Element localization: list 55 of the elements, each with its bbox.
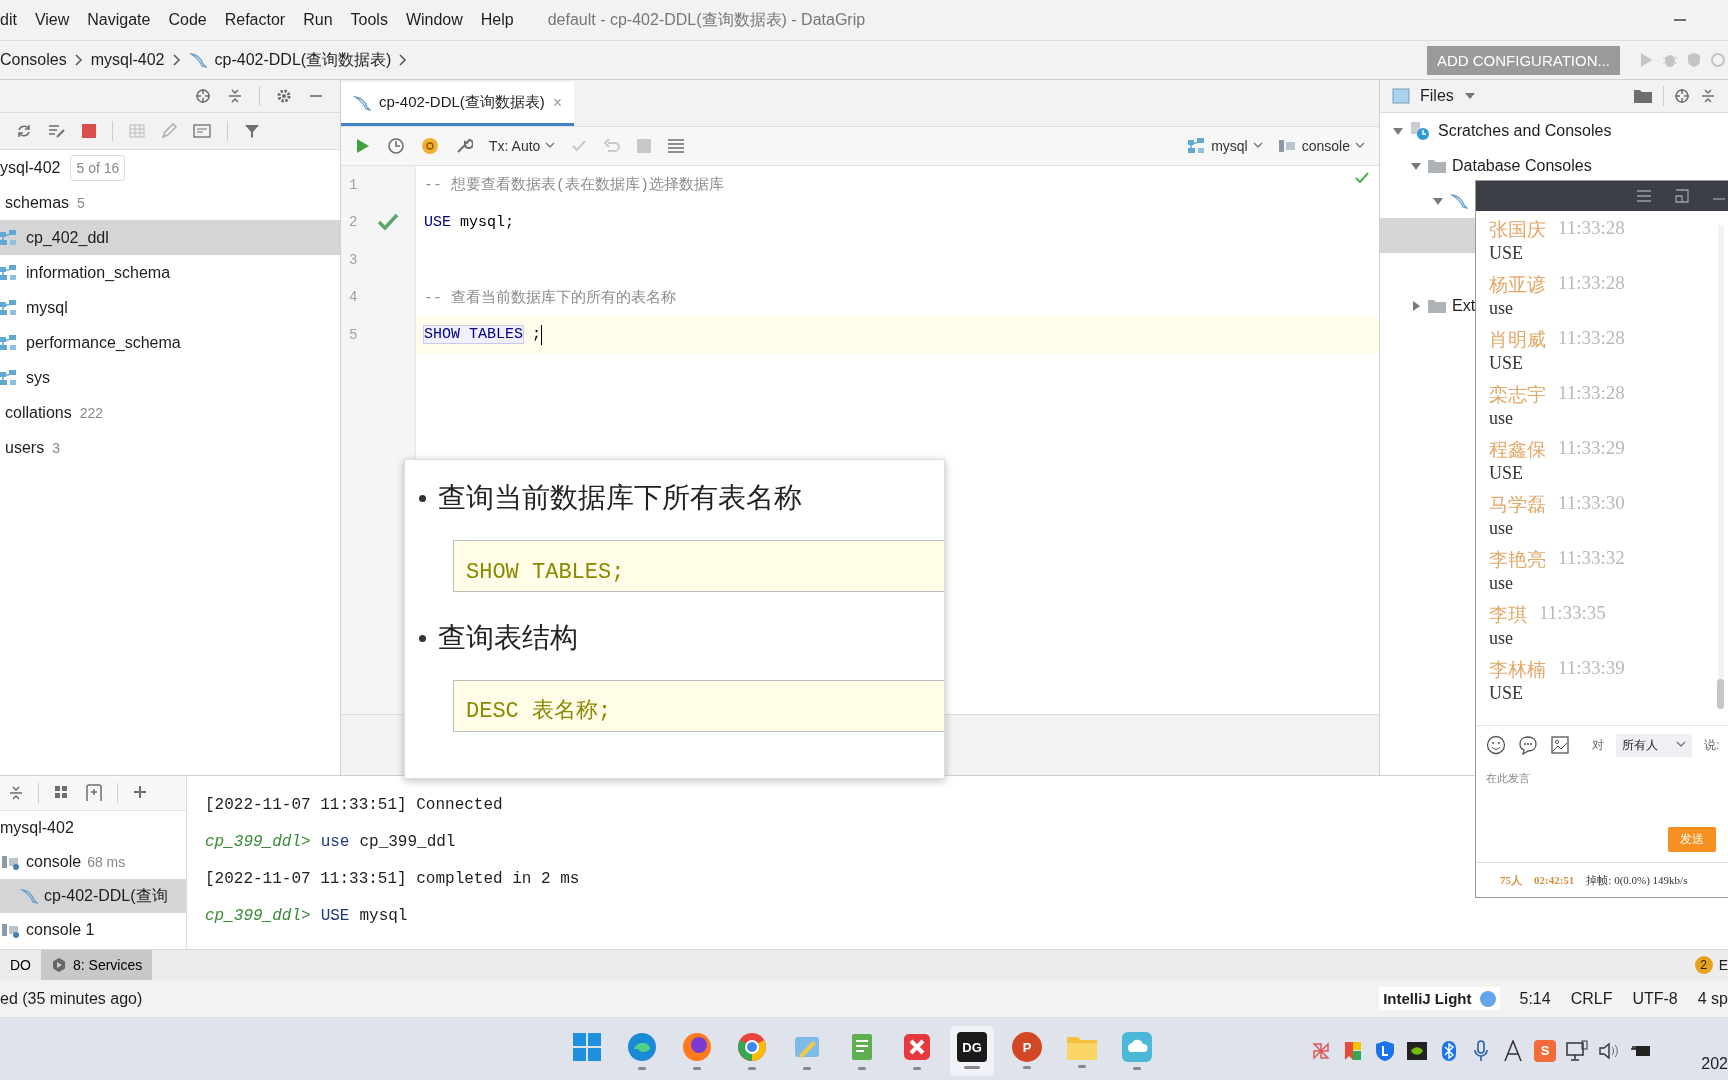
- message-text: use: [1489, 408, 1513, 429]
- message-text: use: [1489, 573, 1513, 594]
- console-command: USE: [320, 906, 350, 925]
- sender-name: 杨亚谚: [1489, 273, 1546, 297]
- console-command: mysql: [359, 906, 408, 925]
- console-output-line: [2022-11-07 11:33:51] completed in 2 ms: [205, 869, 580, 888]
- recipient-label: 对: [1592, 736, 1604, 754]
- line-number: 1: [349, 176, 359, 193]
- viewer-count: 75人: [1500, 872, 1522, 888]
- stream-stats: 掉帧: 0(0.0%) 149kb/s: [1586, 872, 1688, 888]
- message-time: 11:33:30: [1558, 492, 1625, 515]
- line-number: 5: [349, 326, 359, 343]
- code-line: USE mysql;: [423, 213, 515, 231]
- slide-heading: 查询表结构: [438, 620, 578, 656]
- message-text: USE: [1489, 243, 1523, 264]
- sender-name: 张国庆: [1489, 218, 1546, 242]
- message-time: 11:33:28: [1558, 272, 1625, 295]
- message-time: 11:33:28: [1558, 327, 1625, 350]
- console-prompt: cp_399_ddl>: [205, 832, 311, 851]
- sender-name: 栾志宇: [1489, 383, 1546, 407]
- code-line: -- 查看当前数据库下的所有的表名称: [423, 288, 676, 307]
- sender-name: 肖明威: [1489, 328, 1546, 352]
- console-prompt: cp_399_ddl>: [205, 906, 311, 925]
- sender-name: 马学磊: [1489, 493, 1546, 517]
- sender-name: 李林楠: [1489, 658, 1546, 682]
- message-text: use: [1489, 298, 1513, 319]
- sender-name: 李艳亮: [1489, 548, 1546, 572]
- message-time: 11:33:39: [1558, 657, 1625, 680]
- sender-name: 程鑫保: [1489, 438, 1546, 462]
- message-time: 11:33:28: [1558, 382, 1625, 405]
- console-command: use: [320, 832, 350, 851]
- message-time: 11:33:28: [1558, 217, 1625, 240]
- console-output-line: [2022-11-07 11:33:51] Connected: [205, 795, 503, 814]
- console-command: cp_399_ddl: [359, 832, 456, 851]
- message-text: use: [1489, 628, 1513, 649]
- window-title: default - cp-402-DDL(查询数据表) - DataGrip: [547, 9, 866, 30]
- line-number: 2: [349, 214, 359, 231]
- stream-duration: 02:42:51: [1534, 874, 1575, 886]
- sender-name: 李琪: [1489, 603, 1527, 627]
- count-badge: 5 of 16: [70, 154, 126, 181]
- message-time: 11:33:29: [1558, 437, 1625, 460]
- message-text: use: [1489, 518, 1513, 539]
- code-line: -- 想要查看数据表(表在数据库)选择数据库: [423, 175, 724, 195]
- say-label: 说:: [1704, 736, 1720, 754]
- message-time: 11:33:35: [1539, 602, 1606, 625]
- slide-heading: 查询当前数据库下所有表名称: [438, 480, 802, 516]
- message-time: 11:33:32: [1558, 547, 1625, 570]
- code-block: DESC 表名称;: [453, 680, 944, 732]
- line-number: 4: [349, 289, 359, 306]
- message-text: USE: [1489, 463, 1523, 484]
- code-block: SHOW TABLES;: [453, 540, 944, 592]
- line-number: 3: [349, 251, 359, 268]
- status-message: ed (35 minutes ago): [0, 989, 143, 1008]
- message-text: USE: [1489, 683, 1523, 704]
- message-text: USE: [1489, 353, 1523, 374]
